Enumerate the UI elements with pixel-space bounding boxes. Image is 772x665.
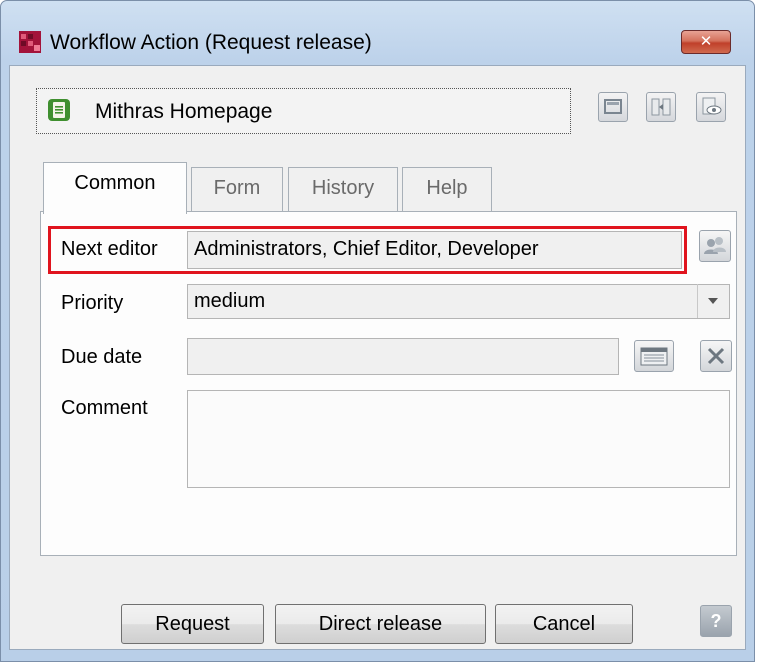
calendar-icon	[640, 347, 668, 366]
tab-common[interactable]: Common	[43, 162, 187, 214]
compare-icon	[651, 98, 671, 116]
help-icon: ?	[710, 611, 722, 631]
priority-label: Priority	[61, 292, 124, 314]
clear-icon	[707, 347, 725, 365]
tab-common-label: Common	[74, 172, 156, 194]
priority-dropdown-button[interactable]	[697, 284, 729, 318]
window-title: Workflow Action (Request release)	[50, 31, 372, 54]
tab-history-label: History	[311, 177, 375, 199]
highlight-frame	[48, 226, 687, 274]
users-icon	[704, 237, 726, 254]
comment-label: Comment	[61, 397, 148, 419]
help-button[interactable]: ?	[700, 605, 732, 637]
tab-help[interactable]: Help	[402, 167, 492, 212]
display-icon	[604, 99, 622, 114]
tab-help-label: Help	[426, 177, 468, 199]
priority-value: medium	[194, 290, 266, 312]
direct-release-button[interactable]: Direct release	[275, 604, 486, 644]
tab-form-label: Form	[213, 177, 261, 199]
compare-button[interactable]	[646, 92, 676, 122]
preview-button[interactable]	[696, 92, 726, 122]
request-button[interactable]: Request	[121, 604, 264, 644]
tab-form[interactable]: Form	[191, 167, 283, 212]
request-button-label: Request	[155, 613, 230, 635]
comment-textarea[interactable]	[187, 390, 730, 488]
app-icon	[19, 31, 41, 53]
direct-release-button-label: Direct release	[318, 613, 443, 635]
display-button[interactable]	[598, 92, 628, 122]
page-icon	[48, 99, 70, 121]
cancel-button[interactable]: Cancel	[495, 604, 633, 644]
cancel-button-label: Cancel	[532, 613, 596, 635]
object-field[interactable]: Mithras Homepage	[36, 88, 571, 134]
close-icon: ✕	[699, 33, 713, 50]
calendar-button[interactable]	[634, 340, 674, 372]
select-editors-button[interactable]	[699, 230, 731, 262]
close-button[interactable]: ✕	[681, 30, 731, 54]
object-label: Mithras Homepage	[95, 100, 273, 123]
due-date-field[interactable]	[187, 338, 619, 375]
due-date-label: Due date	[61, 346, 143, 368]
tab-history[interactable]: History	[288, 167, 398, 212]
priority-select[interactable]: medium	[187, 284, 730, 319]
preview-icon	[702, 97, 722, 115]
clear-date-button[interactable]	[700, 340, 732, 372]
chevron-down-icon	[708, 298, 718, 304]
